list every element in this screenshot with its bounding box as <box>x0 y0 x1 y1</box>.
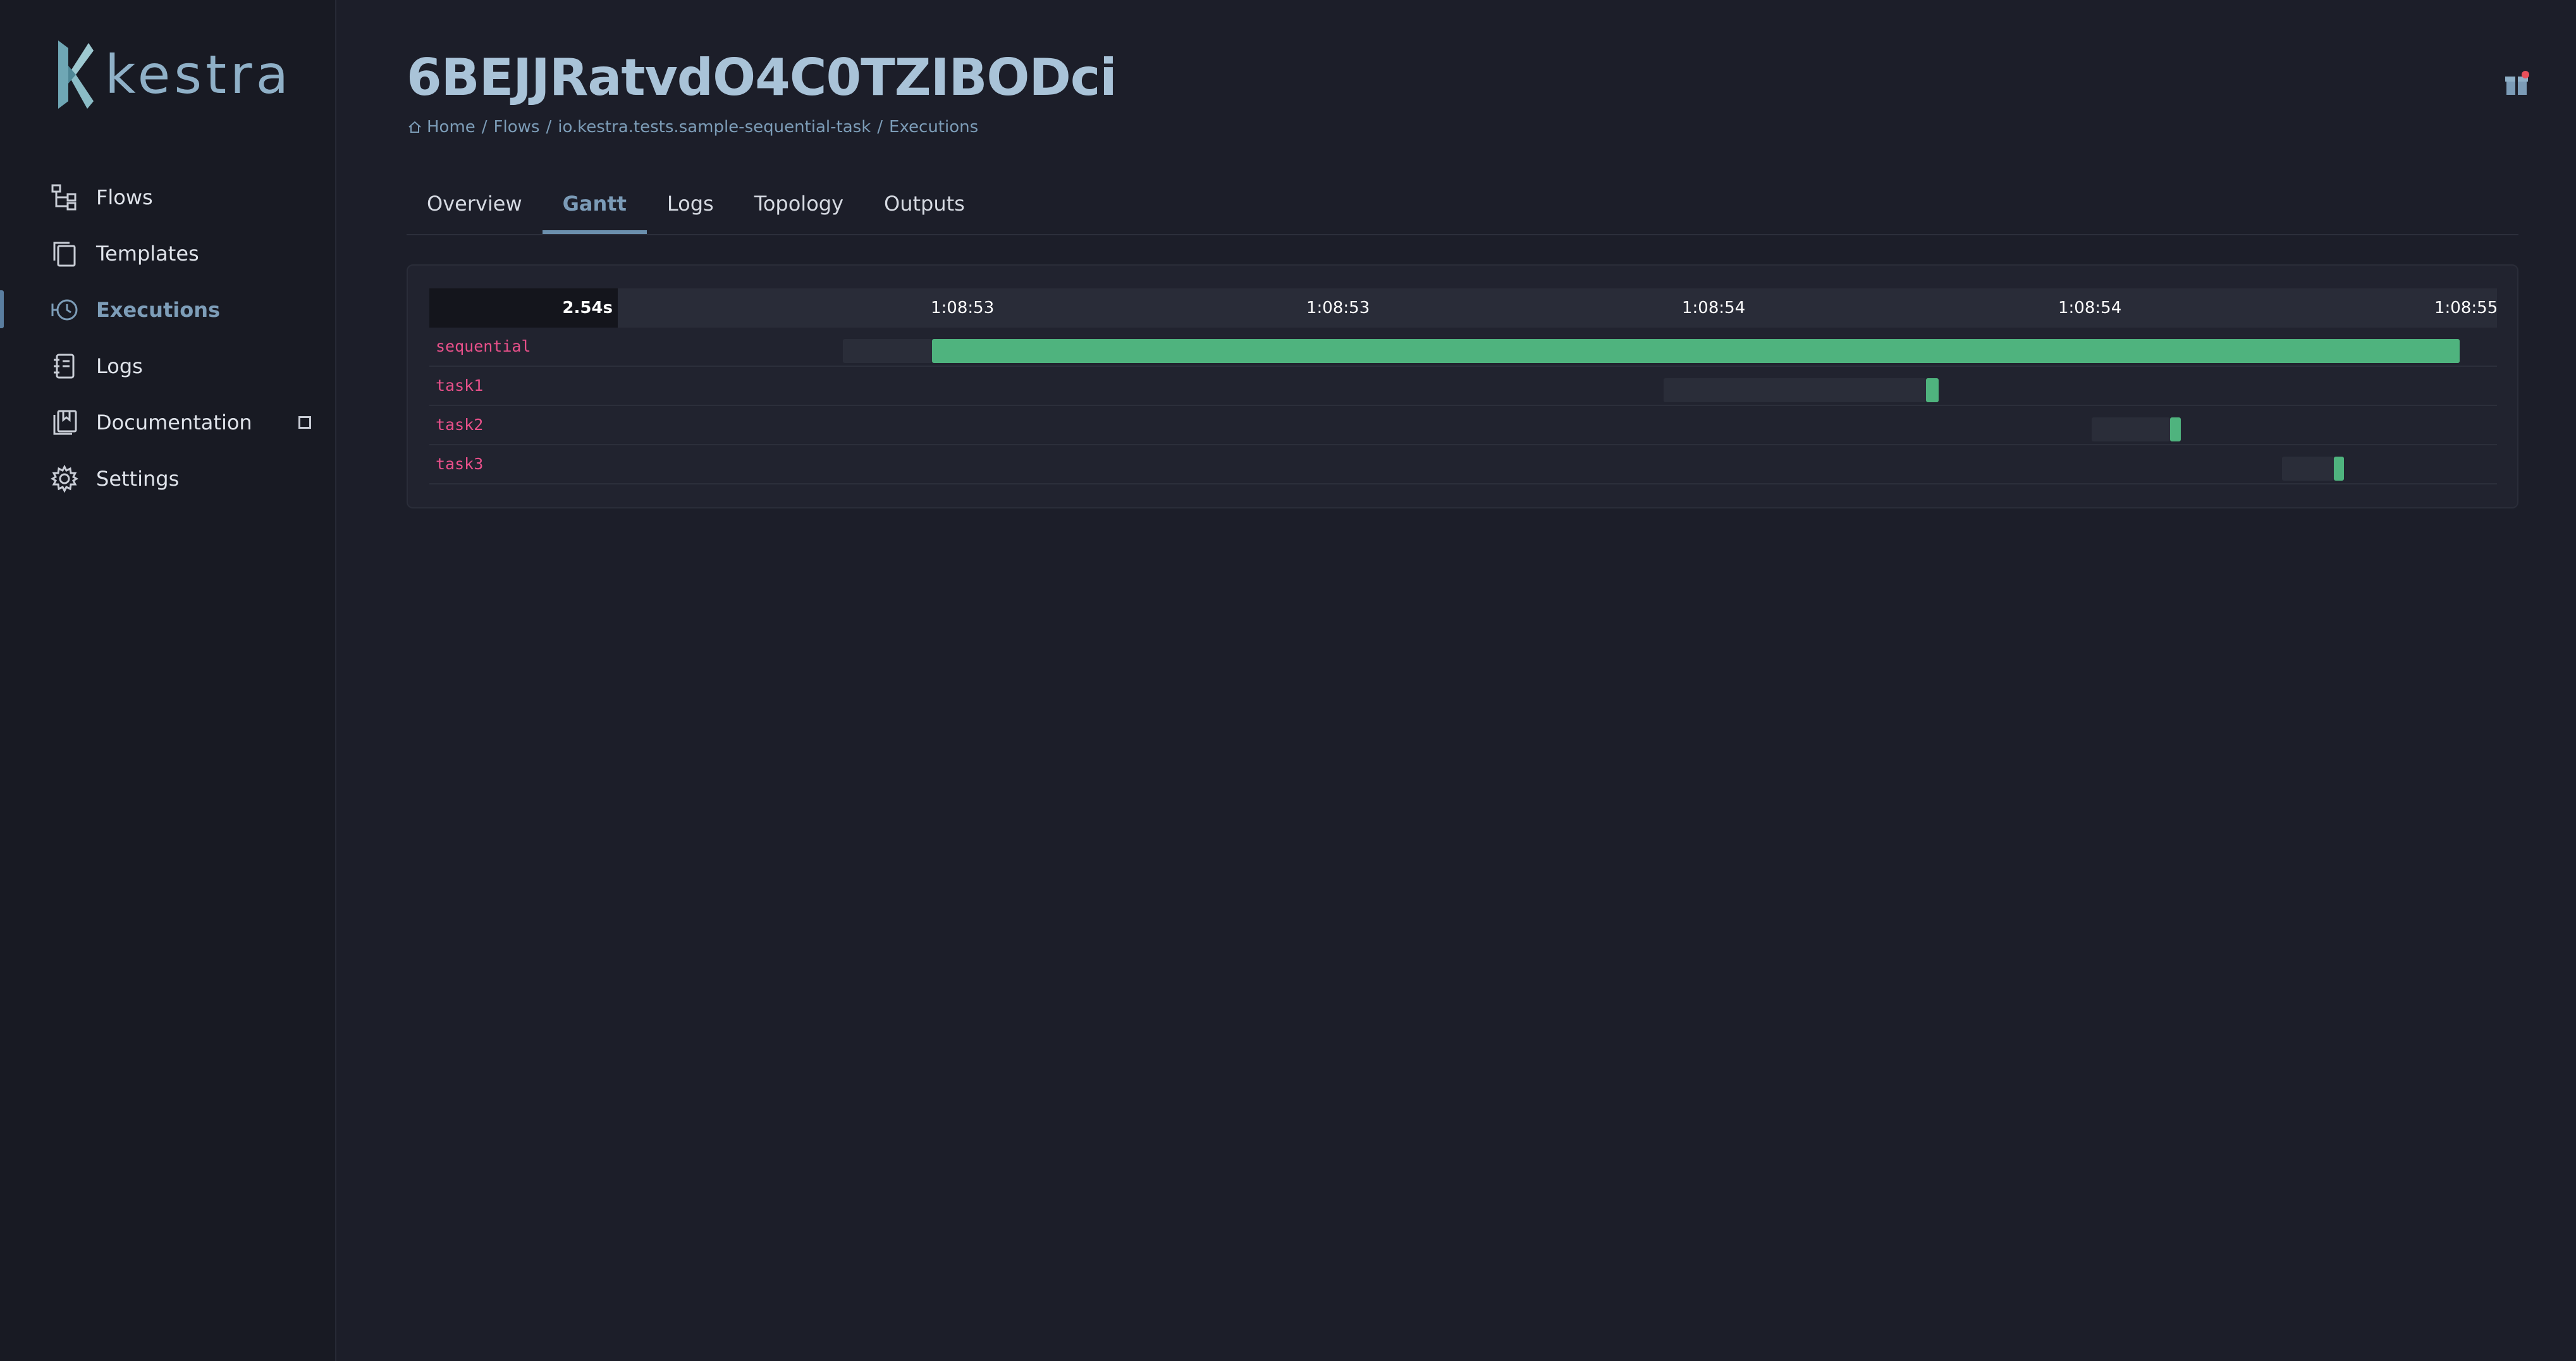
gantt-tick: 1:08:53 <box>931 299 995 317</box>
task-running-bar[interactable] <box>2333 457 2344 481</box>
page-title: 6BEJJRatvdO4C0TZIBODci <box>407 48 1117 107</box>
task-created-bar <box>2092 417 2171 441</box>
gantt-row: task3 <box>429 445 2497 484</box>
templates-icon <box>51 240 78 268</box>
sidebar-item-label: Templates <box>96 241 199 266</box>
logs-icon <box>51 352 78 380</box>
sidebar-nav: Flows Templates Executions Logs Document… <box>0 169 335 507</box>
external-link-icon <box>298 416 311 429</box>
flows-icon <box>51 183 78 211</box>
gantt-tick: 1:08:55 <box>2434 299 2498 317</box>
total-duration: 2.54s <box>429 288 618 328</box>
gantt-tick: 1:08:54 <box>2058 299 2122 317</box>
gantt-header: 2.54s 1:08:53 1:08:53 1:08:54 1:08:54 1:… <box>429 288 2498 328</box>
gift-icon[interactable] <box>2503 70 2530 97</box>
sidebar-item-label: Flows <box>96 185 153 209</box>
tab-logs[interactable]: Logs <box>647 177 734 234</box>
home-icon <box>408 120 422 134</box>
sidebar-item-logs[interactable]: Logs <box>0 338 335 394</box>
sidebar-item-templates[interactable]: Templates <box>0 225 335 281</box>
gantt-tick: 1:08:54 <box>1682 299 1746 317</box>
kestra-logo[interactable]: kestra <box>54 39 292 110</box>
task-running-bar[interactable] <box>1926 378 1939 402</box>
gear-icon <box>51 464 78 493</box>
sidebar-item-settings[interactable]: Settings <box>0 450 335 507</box>
gantt-row: task1 <box>429 367 2497 406</box>
documentation-icon <box>51 409 78 436</box>
executions-icon <box>51 296 78 324</box>
logo-text: kestra <box>105 44 293 106</box>
task-created-bar <box>2281 457 2334 481</box>
gantt-card: 2.54s 1:08:53 1:08:53 1:08:54 1:08:54 1:… <box>407 264 2518 508</box>
breadcrumb-separator: / <box>546 118 552 137</box>
task-name[interactable]: task1 <box>436 367 483 405</box>
task-name[interactable]: task2 <box>436 406 483 444</box>
task-name[interactable]: task3 <box>436 445 483 483</box>
breadcrumb-home[interactable]: Home <box>427 118 475 137</box>
breadcrumb-flow[interactable]: io.kestra.tests.sample-sequential-task <box>558 118 871 137</box>
gantt-row: sequential <box>429 328 2497 367</box>
sidebar-item-flows[interactable]: Flows <box>0 169 335 225</box>
task-created-bar <box>1664 378 1927 402</box>
tab-topology[interactable]: Topology <box>734 177 864 234</box>
tab-gantt[interactable]: Gantt <box>542 177 647 234</box>
breadcrumb-executions[interactable]: Executions <box>889 118 978 137</box>
gantt-tick: 1:08:53 <box>1306 299 1370 317</box>
tab-outputs[interactable]: Outputs <box>864 177 985 234</box>
breadcrumb-flows[interactable]: Flows <box>494 118 540 137</box>
sidebar-item-label: Settings <box>96 466 180 491</box>
breadcrumb-separator: / <box>877 118 883 137</box>
sidebar-item-label: Logs <box>96 354 143 378</box>
kestra-logo-icon <box>58 40 94 109</box>
breadcrumb-separator: / <box>481 118 488 137</box>
tabs: Overview Gantt Logs Topology Outputs <box>407 177 2518 235</box>
sidebar-item-executions[interactable]: Executions <box>0 281 335 338</box>
task-running-bar[interactable] <box>931 339 2460 363</box>
gantt-row: task2 <box>429 406 2497 445</box>
sidebar-item-documentation[interactable]: Documentation <box>0 394 335 450</box>
task-running-bar[interactable] <box>2170 417 2181 441</box>
sidebar: kestra Flows Templates Executions Logs D… <box>0 0 336 1361</box>
task-name[interactable]: sequential <box>436 328 531 366</box>
sidebar-item-label: Documentation <box>96 410 252 434</box>
sidebar-item-label: Executions <box>96 297 221 322</box>
breadcrumb: Home / Flows / io.kestra.tests.sample-se… <box>408 118 978 137</box>
tab-overview[interactable]: Overview <box>407 177 543 234</box>
task-created-bar <box>843 339 932 363</box>
